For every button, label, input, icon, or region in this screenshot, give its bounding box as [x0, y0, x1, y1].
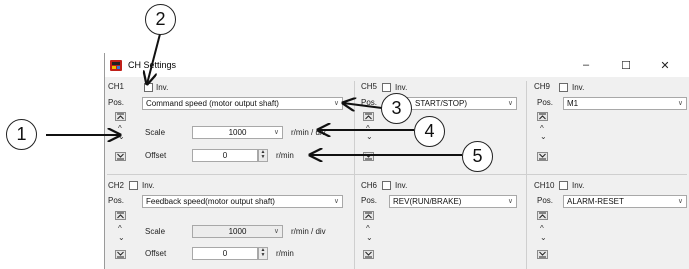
callout-2-arrow	[147, 33, 161, 84]
callout-5: 5	[462, 141, 493, 172]
callout-3: 3	[381, 93, 412, 124]
callout-3-arrow	[343, 103, 383, 108]
callout-1: 1	[6, 119, 37, 150]
callout-2: 2	[145, 4, 176, 35]
annotation-arrows	[46, 33, 462, 269]
callout-4: 4	[414, 116, 445, 147]
